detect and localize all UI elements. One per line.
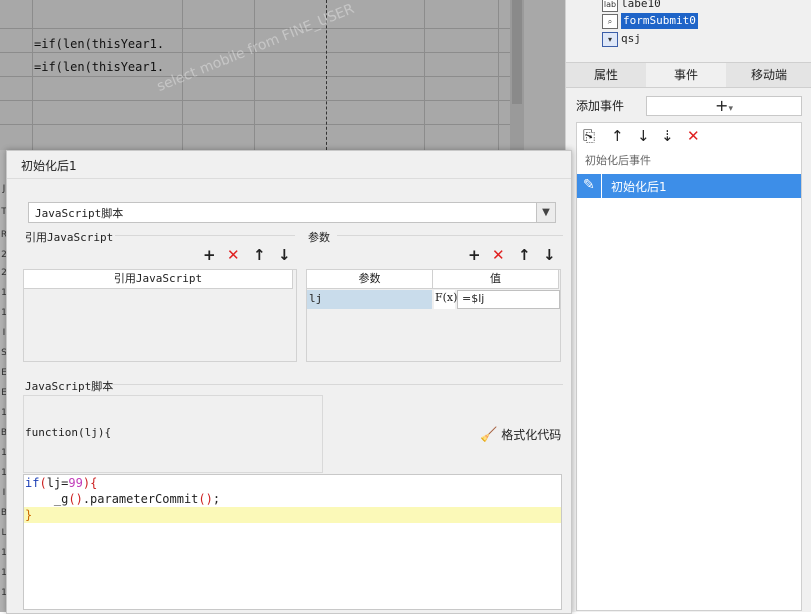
code-line: if(lj=99){ (25, 476, 98, 490)
chevron-down-icon: ▾ (728, 104, 733, 114)
script-type-select[interactable]: JavaScript脚本 ▼ (28, 202, 556, 223)
dropdown-icon: ▾ (602, 32, 618, 47)
cell-formula[interactable]: =if(len(thisYear1. (34, 60, 164, 74)
arrow-up-icon[interactable]: ↑ (518, 247, 531, 263)
add-event-label: 添加事件 (576, 99, 625, 113)
event-dialog: 初始化后1 JavaScript脚本 ▼ 引用JavaScript + ✕ ↑ … (6, 150, 572, 614)
script-title: JavaScript脚本 (25, 380, 114, 393)
right-panel: lab labe10 ⌕ formSubmit0 ▾ qsj 属性 事件 移动端… (565, 0, 811, 612)
current-line-highlight (24, 507, 561, 523)
param-name-cell[interactable]: lj (307, 290, 432, 309)
event-item[interactable]: ✎ 初始化后1 (577, 174, 801, 198)
tab-mobile[interactable]: 移动端 (726, 63, 811, 87)
value-column-header: 值 (433, 270, 559, 289)
function-signature-box: function(lj){ (23, 395, 323, 473)
label-icon: lab (602, 0, 618, 12)
tab-events[interactable]: 事件 (646, 63, 726, 87)
param-value-input[interactable]: =$lj (457, 290, 560, 309)
form-submit-icon: ⌕ (602, 14, 618, 29)
copy-icon[interactable]: ⎘ (583, 126, 595, 146)
code-line: _g().parameterCommit(); (25, 492, 221, 506)
broom-icon: 🧹 (480, 427, 498, 443)
format-code-button[interactable]: 🧹 格式化代码 (480, 426, 561, 443)
plus-icon: + (715, 96, 729, 115)
params-table: 参数 值 lj F(x) =$lj (306, 269, 561, 362)
panel-tabs: 属性 事件 移动端 (566, 62, 811, 88)
arrow-down-icon[interactable]: ↓ (543, 247, 556, 263)
params-title: 参数 (308, 231, 330, 244)
delete-ref-icon[interactable]: ✕ (227, 247, 240, 263)
code-editor[interactable]: if(lj=99){ _g().parameterCommit(); } (23, 474, 562, 610)
ref-js-table[interactable]: 引用JavaScript (23, 269, 297, 362)
ref-js-title: 引用JavaScript (25, 231, 114, 244)
dialog-title: 初始化后1 (21, 159, 77, 173)
event-list: 初始化后事件 ✎ 初始化后1 (576, 148, 802, 611)
formula-button[interactable]: F(x) (434, 290, 457, 309)
move-bottom-icon[interactable]: ⇣ (661, 126, 674, 146)
add-event-button[interactable]: +▾ (646, 96, 802, 116)
event-group-header: 初始化后事件 (585, 154, 651, 167)
arrow-up-icon[interactable]: ↑ (611, 126, 624, 146)
delete-param-icon[interactable]: ✕ (492, 247, 505, 263)
spreadsheet-background: =if(len(thisYear1. =if(len(thisYear1. se… (0, 0, 565, 150)
add-param-icon[interactable]: + (468, 247, 481, 263)
arrow-up-icon[interactable]: ↑ (253, 247, 266, 263)
add-ref-icon[interactable]: + (203, 247, 216, 263)
code-line: } (25, 508, 33, 522)
cell-formula[interactable]: =if(len(thisYear1. (34, 37, 164, 51)
param-column-header: 参数 (307, 270, 433, 289)
arrow-down-icon[interactable]: ↓ (637, 126, 650, 146)
ref-js-column-header: 引用JavaScript (24, 270, 293, 289)
sheet-scrollbar-thumb[interactable] (512, 0, 522, 104)
tab-properties[interactable]: 属性 (566, 63, 646, 87)
pencil-icon: ✎ (583, 177, 595, 193)
arrow-down-icon[interactable]: ↓ (278, 247, 291, 263)
delete-icon[interactable]: ✕ (687, 126, 700, 146)
function-signature: function(lj){ (25, 426, 112, 439)
chevron-down-icon: ▼ (536, 203, 555, 222)
event-toolbar: ⎘ ↑ ↓ ⇣ ✕ (576, 122, 802, 150)
